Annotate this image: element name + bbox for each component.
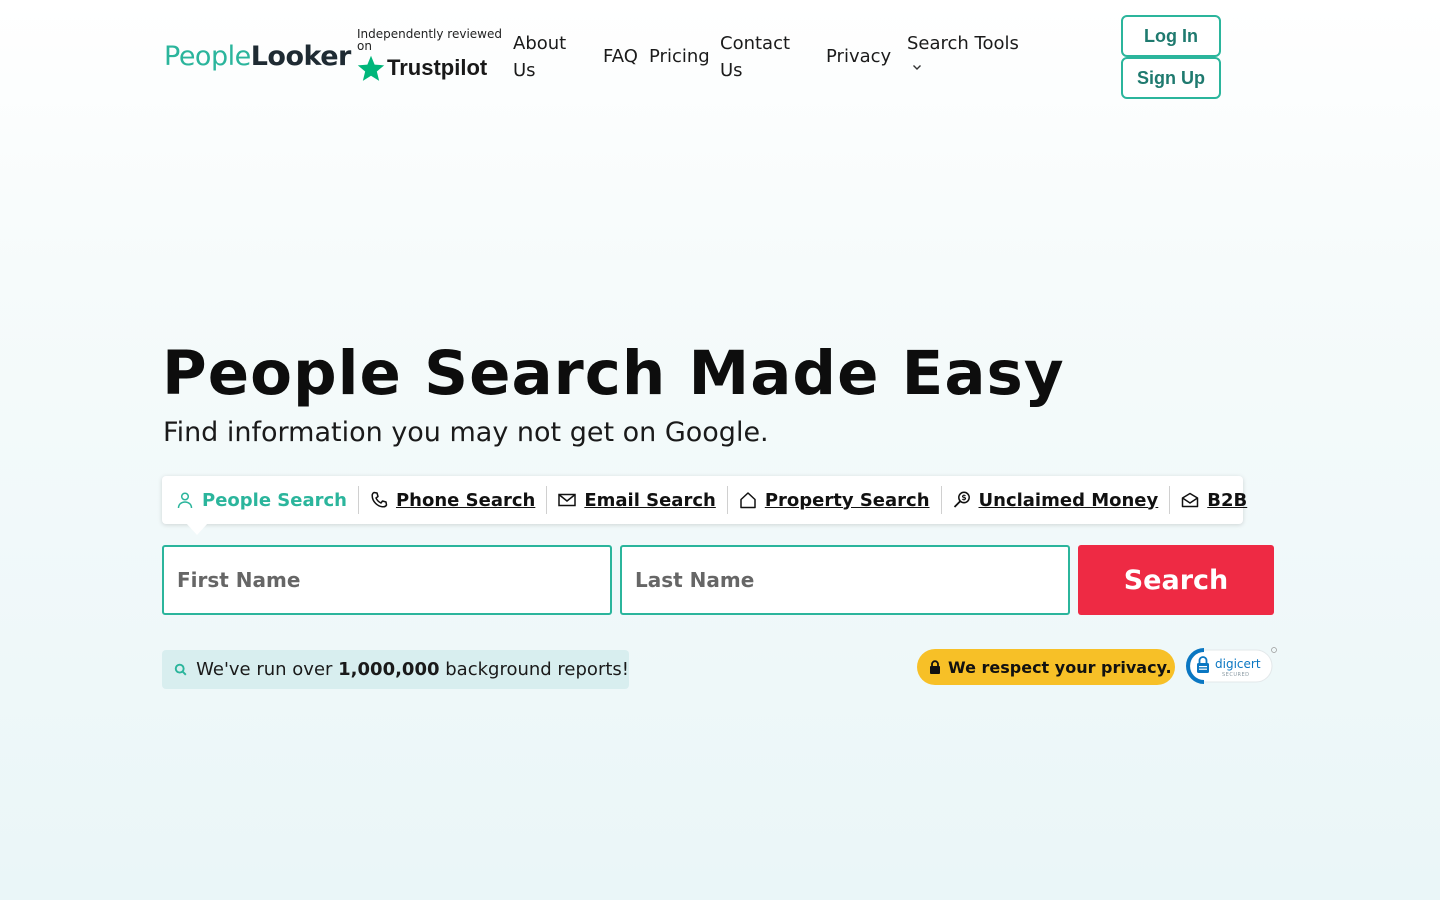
first-name-input[interactable] bbox=[162, 545, 612, 615]
hero-title: People Search Made Easy bbox=[162, 338, 1065, 409]
search-button[interactable]: Search bbox=[1078, 545, 1274, 615]
search-icon bbox=[174, 663, 187, 676]
tab-email-search[interactable]: Email Search bbox=[558, 489, 716, 511]
nav-search-tools-dropdown[interactable]: Search Tools bbox=[907, 30, 1037, 73]
nav-pricing[interactable]: Pricing bbox=[649, 43, 710, 70]
tab-divider bbox=[1169, 486, 1171, 514]
privacy-badge-text: We respect your privacy. bbox=[948, 657, 1172, 677]
tab-b2b-label: B2B bbox=[1207, 489, 1248, 511]
tab-unclaimed-money-label: Unclaimed Money bbox=[978, 489, 1159, 511]
money-search-icon: $ bbox=[953, 491, 970, 508]
trustpilot-brand: Trustpilot bbox=[357, 54, 502, 82]
lock-icon bbox=[930, 660, 940, 674]
phone-icon bbox=[371, 491, 388, 508]
login-button[interactable]: Log In bbox=[1121, 15, 1221, 57]
nav-faq[interactable]: FAQ bbox=[603, 43, 638, 70]
tab-email-search-label: Email Search bbox=[584, 489, 716, 511]
trustpilot-reviewed-text: Independently reviewed on bbox=[357, 27, 502, 53]
nav-contact-us[interactable]: Contact Us bbox=[720, 30, 810, 84]
reports-count-banner: We've run over 1,000,000 background repo… bbox=[162, 650, 629, 689]
trustpilot-name: Trustpilot bbox=[387, 55, 488, 80]
tab-divider bbox=[357, 486, 359, 514]
tab-property-search-label: Property Search bbox=[764, 489, 930, 511]
tab-unclaimed-money[interactable]: $ Unclaimed Money bbox=[953, 489, 1159, 511]
open-envelope-icon bbox=[1182, 492, 1199, 508]
tab-phone-search[interactable]: Phone Search bbox=[370, 490, 535, 511]
tab-divider bbox=[940, 486, 942, 514]
logo-text-people: People bbox=[164, 40, 251, 72]
person-icon bbox=[177, 492, 193, 509]
chevron-down-icon bbox=[913, 65, 921, 70]
reports-suffix: background reports! bbox=[439, 659, 629, 680]
nav-search-tools-label: Search Tools bbox=[907, 33, 1019, 54]
tab-divider bbox=[726, 486, 728, 514]
tab-property-search[interactable]: Property Search bbox=[739, 490, 930, 511]
tab-people-search-label: People Search bbox=[202, 489, 347, 511]
search-type-tabs: People Search Phone Search Email Search … bbox=[162, 476, 1247, 524]
tab-b2b[interactable]: B2B bbox=[1181, 490, 1247, 511]
digicert-secured: SECURED bbox=[1222, 672, 1249, 678]
privacy-badge[interactable]: We respect your privacy. bbox=[917, 649, 1175, 685]
tab-divider bbox=[546, 486, 548, 514]
digicert-brand: digicert bbox=[1215, 657, 1261, 671]
signup-button[interactable]: Sign Up bbox=[1121, 57, 1221, 99]
svg-text:$: $ bbox=[961, 493, 966, 502]
reports-prefix: We've run over bbox=[196, 659, 339, 680]
last-name-input[interactable] bbox=[620, 545, 1070, 615]
peoplelooker-logo[interactable]: People Looker bbox=[164, 36, 351, 76]
envelope-icon bbox=[558, 493, 577, 507]
active-tab-pointer bbox=[186, 523, 208, 535]
nav-about-us[interactable]: About Us bbox=[513, 30, 583, 84]
reports-count: 1,000,000 bbox=[338, 659, 440, 680]
site-header: People Looker Independently reviewed on T… bbox=[0, 0, 1440, 110]
logo-text-looker: Looker bbox=[250, 40, 352, 72]
tab-phone-search-label: Phone Search bbox=[395, 489, 536, 511]
house-icon bbox=[740, 492, 756, 509]
trustpilot-star-icon bbox=[357, 55, 385, 81]
tab-people-search[interactable]: People Search bbox=[176, 490, 347, 511]
nav-privacy[interactable]: Privacy bbox=[826, 43, 891, 70]
trustpilot-badge[interactable]: Independently reviewed on Trustpilot bbox=[357, 28, 502, 82]
hero-subtitle: Find information you may not get on Goog… bbox=[163, 417, 769, 448]
digicert-seal[interactable]: digicert SECURED bbox=[1184, 645, 1278, 687]
